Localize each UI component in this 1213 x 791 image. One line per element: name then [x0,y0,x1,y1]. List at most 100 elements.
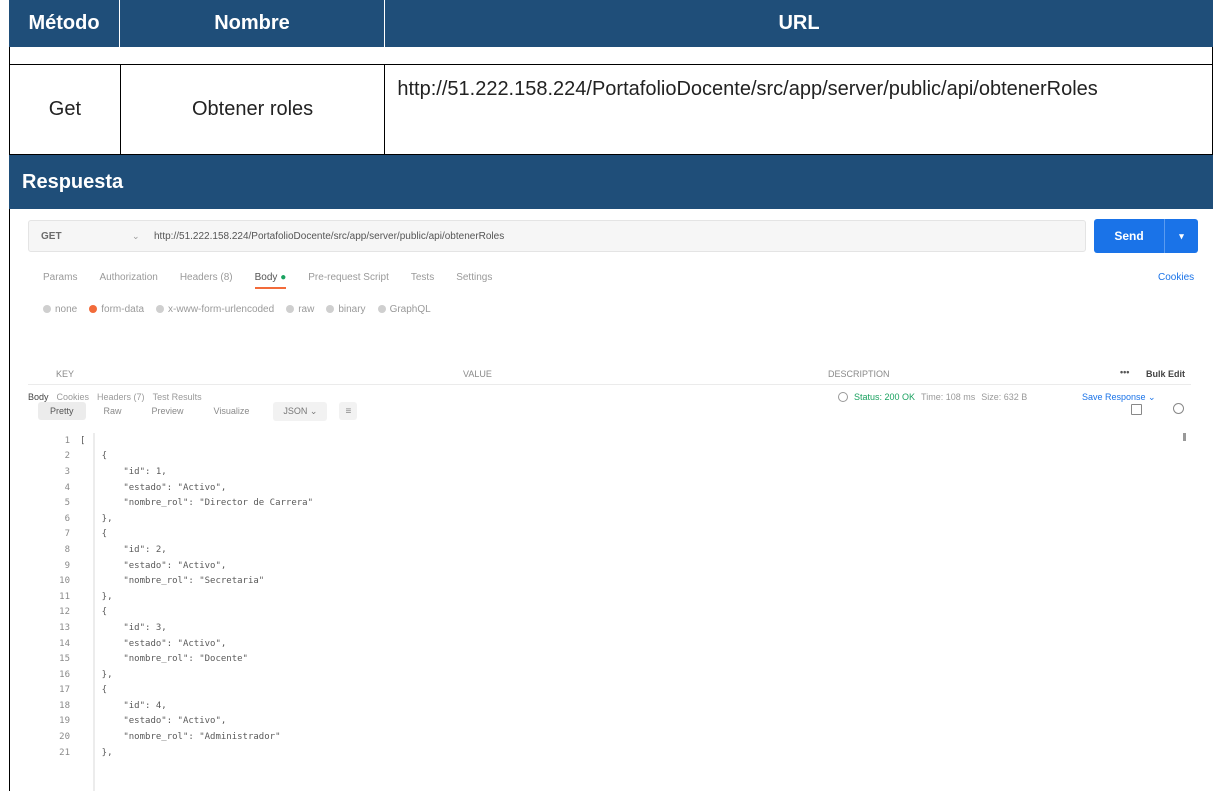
radio-graphql[interactable]: GraphQL [377,304,431,315]
tab-params[interactable]: Params [43,272,77,283]
tab-headers[interactable]: Headers (8) [180,272,233,283]
code-text: "nombre_rol": "Docente" [80,654,248,665]
code-line: 2 { [28,449,1198,465]
request-tabs: Params Authorization Headers (8) Body ● … [43,272,492,289]
url-input[interactable]: http://51.222.158.224/PortafolioDocente/… [154,231,504,242]
format-select[interactable]: JSON ⌄ [273,401,328,421]
format-label: JSON [283,405,308,416]
radio-icon [326,305,335,314]
code-text: }, [80,747,113,758]
column-value: VALUE [463,369,492,379]
view-tab-raw[interactable]: Raw [92,402,134,420]
line-number: 10 [59,576,70,587]
tab-authorization[interactable]: Authorization [99,272,157,283]
line-number: 4 [64,482,70,493]
code-line: 12 { [28,605,1198,621]
tab-body[interactable]: Body ● [254,272,287,289]
view-tab-preview[interactable]: Preview [140,402,196,420]
code-line: 8 "id": 2, [28,542,1198,558]
key-value-header: KEY VALUE DESCRIPTION ••• Bulk Edit [28,363,1191,385]
header-method: Método [9,0,120,47]
line-number: 7 [64,529,70,540]
code-text: }, [80,669,113,680]
send-button[interactable]: Send ▾ [1094,219,1198,253]
table-left-border [9,209,10,791]
line-number: 9 [64,560,70,571]
code-line: 9 "estado": "Activo", [28,558,1198,574]
radio-icon [156,305,165,314]
line-number: 6 [64,513,70,524]
send-label[interactable]: Send [1094,229,1164,243]
tab-pre-request-script[interactable]: Pre-request Script [308,272,389,283]
cell-name: Obtener roles [121,65,386,154]
bulk-edit-button[interactable]: Bulk Edit [1146,369,1185,379]
code-line: 16 }, [28,667,1198,683]
code-text: "nombre_rol": "Director de Carrera" [80,498,313,509]
line-number: 16 [59,669,70,680]
response-view-bar: Pretty Raw Preview Visualize JSON ⌄ ≡ [38,400,1198,422]
endpoint-table: Método Nombre URL Get Obtener roles http… [9,0,1213,209]
code-text: [ [80,435,86,446]
tab-tests[interactable]: Tests [411,272,434,283]
code-line: 14 "estado": "Activo", [28,636,1198,652]
code-text: "estado": "Activo", [80,482,227,493]
line-number: 21 [59,747,70,758]
chevron-down-icon[interactable]: ▾ [1165,231,1198,242]
line-number: 14 [59,638,70,649]
radio-raw[interactable]: raw [286,304,314,315]
cookies-link[interactable]: Cookies [1158,272,1194,283]
chevron-down-icon[interactable]: ⌄ [132,231,140,242]
radio-label: raw [298,304,315,315]
header-name: Nombre [120,0,385,47]
code-text: }, [80,591,113,602]
code-line: 5 "nombre_rol": "Director de Carrera" [28,495,1198,511]
radio-urlencoded[interactable]: x-www-form-urlencoded [156,304,274,315]
line-number: 12 [59,607,70,618]
scrollbar-thumb[interactable] [1183,433,1186,441]
line-number: 15 [59,654,70,665]
radio-icon [286,305,295,314]
request-url-bar[interactable]: GET ⌄ http://51.222.158.224/PortafolioDo… [28,220,1086,252]
more-options-icon[interactable]: ••• [1120,367,1129,377]
code-line: 3 "id": 1, [28,464,1198,480]
code-text: "estado": "Activo", [80,638,227,649]
line-number: 11 [59,591,70,602]
line-number: 1 [64,435,70,446]
code-line: 10 "nombre_rol": "Secretaria" [28,573,1198,589]
copy-icon[interactable] [1131,404,1142,415]
wrap-lines-icon[interactable]: ≡ [339,402,358,420]
radio-label: form-data [101,304,145,315]
column-description: DESCRIPTION [828,369,890,379]
line-number: 17 [59,685,70,696]
body-type-radios: none form-data x-www-form-urlencoded raw… [43,304,431,315]
tab-settings[interactable]: Settings [456,272,492,283]
line-number: 8 [64,544,70,555]
view-tab-visualize[interactable]: Visualize [202,402,262,420]
tab-body-label: Body [254,272,278,283]
code-line: 7 { [28,527,1198,543]
line-number: 20 [59,732,70,743]
code-line: 1[ [28,433,1198,449]
radio-form-data[interactable]: form-data [89,304,144,315]
view-tab-pretty[interactable]: Pretty [38,402,86,420]
code-line: 20 "nombre_rol": "Administrador" [28,729,1198,745]
code-line: 4 "estado": "Activo", [28,480,1198,496]
code-line: 11 }, [28,589,1198,605]
column-key: KEY [56,369,75,379]
code-text: "estado": "Activo", [80,716,227,727]
search-icon[interactable] [1173,403,1184,414]
radio-none[interactable]: none [43,304,77,315]
status-dot-icon: ● [280,272,287,283]
code-line: 17 { [28,683,1198,699]
radio-label: binary [338,304,366,315]
response-code-editor[interactable]: 1[2 {3 "id": 1, 4 "estado": "Activo", 5 "n… [28,433,1198,791]
line-number: 13 [59,622,70,633]
code-text: "estado": "Activo", [80,560,227,571]
method-select[interactable]: GET [29,231,122,242]
editor-gutter [93,433,95,791]
code-text: "nombre_rol": "Secretaria" [80,576,265,587]
radio-binary[interactable]: binary [326,304,366,315]
cell-method: Get [10,65,121,154]
code-text: "nombre_rol": "Administrador" [80,732,281,743]
response-section-title: Respuesta [9,155,1213,209]
